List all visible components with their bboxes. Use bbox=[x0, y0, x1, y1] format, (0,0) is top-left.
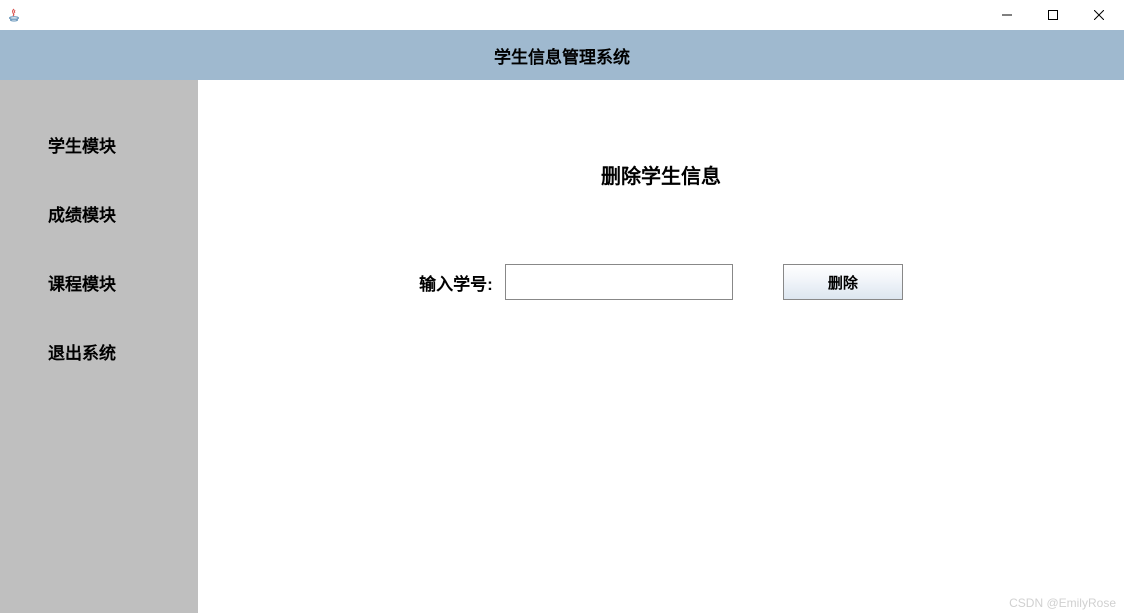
sidebar-item-label: 成绩模块 bbox=[48, 206, 116, 225]
form-row: 输入学号: 删除 bbox=[198, 264, 1124, 300]
java-icon bbox=[6, 7, 22, 23]
sidebar: 学生模块 成绩模块 课程模块 退出系统 bbox=[0, 80, 198, 613]
close-button[interactable] bbox=[1076, 0, 1122, 30]
delete-button[interactable]: 删除 bbox=[783, 264, 903, 300]
main-container: 学生模块 成绩模块 课程模块 退出系统 删除学生信息 输入学号: 删除 bbox=[0, 80, 1124, 613]
title-bar bbox=[0, 0, 1124, 30]
sidebar-item-label: 退出系统 bbox=[48, 344, 116, 363]
sidebar-item-label: 课程模块 bbox=[48, 275, 116, 294]
watermark: CSDN @EmilyRose bbox=[1009, 596, 1116, 610]
content-area: 删除学生信息 输入学号: 删除 bbox=[198, 80, 1124, 613]
sidebar-item-exit[interactable]: 退出系统 bbox=[0, 317, 198, 386]
student-id-label: 输入学号: bbox=[419, 270, 493, 295]
sidebar-item-courses[interactable]: 课程模块 bbox=[0, 248, 198, 317]
header-title: 学生信息管理系统 bbox=[494, 43, 630, 68]
sidebar-item-label: 学生模块 bbox=[48, 137, 116, 156]
content-title: 删除学生信息 bbox=[198, 160, 1124, 189]
maximize-button[interactable] bbox=[1030, 0, 1076, 30]
student-id-input[interactable] bbox=[505, 264, 733, 300]
window-controls bbox=[984, 0, 1122, 30]
minimize-button[interactable] bbox=[984, 0, 1030, 30]
header-banner: 学生信息管理系统 bbox=[0, 30, 1124, 80]
sidebar-item-student[interactable]: 学生模块 bbox=[0, 110, 198, 179]
title-bar-left bbox=[2, 7, 22, 23]
sidebar-item-grades[interactable]: 成绩模块 bbox=[0, 179, 198, 248]
